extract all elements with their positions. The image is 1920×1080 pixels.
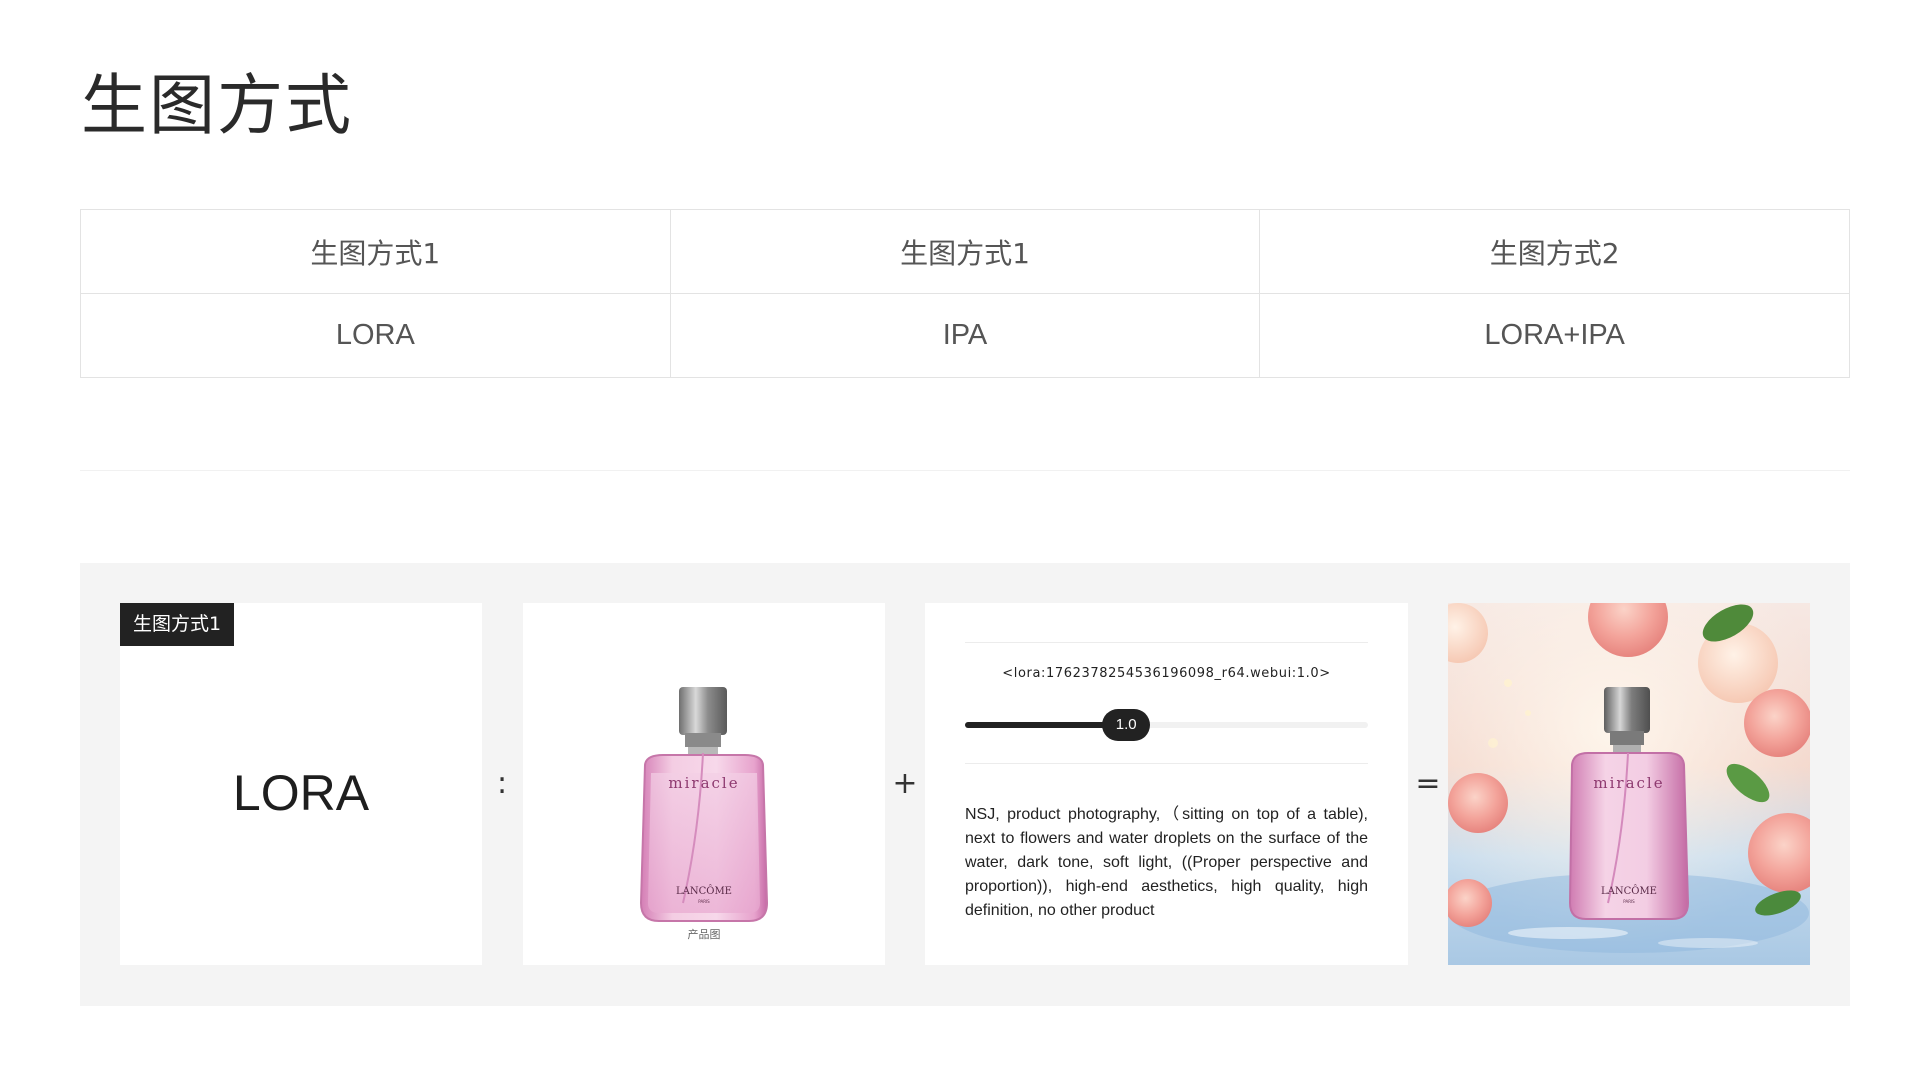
product-image: miracle LANCÔME PARIS	[523, 603, 885, 965]
plus-operator: +	[892, 766, 918, 801]
table-header-cell: 生图方式1	[80, 209, 671, 294]
table-header-row: 生图方式1 生图方式1 生图方式2	[80, 209, 1850, 294]
method-label: LORA	[232, 765, 370, 821]
weight-slider[interactable]: 1.0	[965, 709, 1368, 741]
svg-text:LANCÔME: LANCÔME	[1601, 885, 1657, 897]
prompt-text: NSJ, product photography,（sitting on top…	[965, 806, 1368, 919]
svg-text:miracle: miracle	[1593, 774, 1664, 792]
slider-thumb[interactable]: 1.0	[1102, 709, 1151, 741]
svg-text:miracle: miracle	[668, 774, 739, 792]
lora-tag: <lora:1762378254536196098_r64.webui:1.0>	[1002, 666, 1331, 681]
product-card: miracle LANCÔME PARIS 产品图	[523, 603, 885, 965]
result-image: miracle LANCÔME PARIS	[1448, 603, 1810, 965]
table-header-cell: 生图方式2	[1259, 209, 1850, 294]
table-cell: IPA	[669, 293, 1261, 378]
example-panel: 生图方式1 LORA : miracle LANCÔME PARIS 产品图 +…	[80, 563, 1850, 1006]
equals-operator: =	[1415, 766, 1441, 801]
svg-text:PARIS: PARIS	[1623, 899, 1635, 904]
methods-table: 生图方式1 生图方式1 生图方式2 LORA IPA LORA+IPA	[80, 209, 1850, 378]
perfume-bottle-icon: miracle LANCÔME PARIS	[639, 687, 769, 922]
prompt-card: <lora:1762378254536196098_r64.webui:1.0>…	[925, 603, 1408, 965]
colon-operator: :	[496, 766, 508, 801]
divider-line	[965, 763, 1368, 764]
svg-text:LANCÔME: LANCÔME	[676, 885, 732, 897]
result-card: miracle LANCÔME PARIS	[1448, 603, 1810, 965]
table-cell: LORA	[80, 293, 671, 378]
table-row: LORA IPA LORA+IPA	[80, 293, 1850, 378]
method-label-card: 生图方式1 LORA	[120, 603, 482, 965]
section-divider	[80, 470, 1850, 471]
table-header-cell: 生图方式1	[669, 209, 1261, 294]
page-title: 生图方式	[81, 67, 353, 144]
svg-text:PARIS: PARIS	[698, 899, 710, 904]
table-cell: LORA+IPA	[1259, 293, 1850, 378]
product-caption: 产品图	[687, 928, 721, 941]
divider-line	[965, 642, 1368, 643]
